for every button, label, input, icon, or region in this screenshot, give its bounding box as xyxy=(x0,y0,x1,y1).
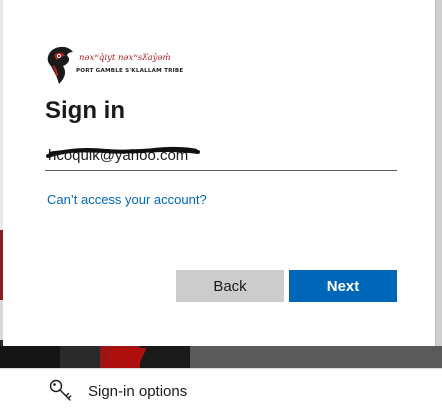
background-page-bottom xyxy=(0,346,442,368)
background-page-right xyxy=(436,0,442,348)
sign-in-options-button[interactable]: Sign-in options xyxy=(0,368,442,415)
tribe-native-name: nəxʷq̓iyt nəxʷsƛ̕ay̓əm̓ xyxy=(79,53,171,63)
key-icon xyxy=(49,379,72,401)
tribe-logo: nəxʷq̓iyt nəxʷsƛ̕ay̓əm̓ PORT GAMBLE S'KL… xyxy=(45,40,183,84)
tribe-name: PORT GAMBLE S'KLALLAM TRIBE xyxy=(76,68,184,74)
sign-in-options-label: Sign-in options xyxy=(88,383,188,400)
page-title: Sign in xyxy=(45,97,125,124)
email-field[interactable] xyxy=(45,141,397,171)
sign-in-dialog: nəxʷq̓iyt nəxʷsƛ̕ay̓əm̓ PORT GAMBLE S'KL… xyxy=(3,0,436,346)
background-decoration xyxy=(103,348,147,368)
back-button[interactable]: Back xyxy=(176,270,284,302)
orca-emblem-icon xyxy=(47,46,73,84)
cant-access-account-link[interactable]: Can’t access your account? xyxy=(47,192,207,207)
next-button[interactable]: Next xyxy=(289,270,397,302)
